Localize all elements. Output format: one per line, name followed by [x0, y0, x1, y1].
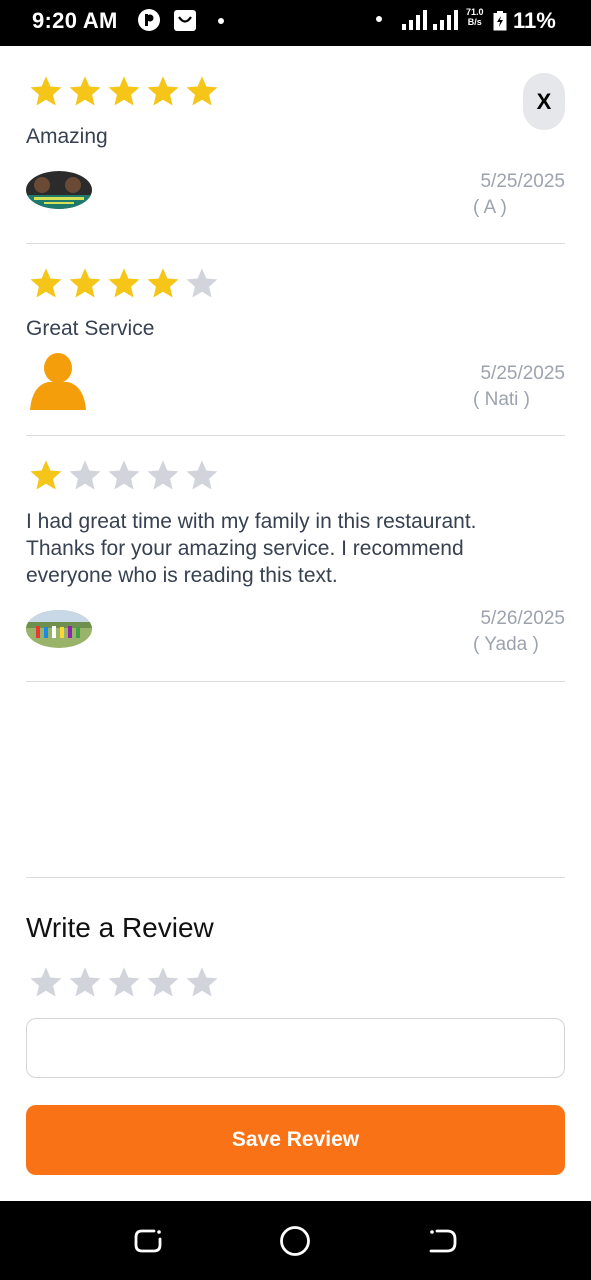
review-text: I had great time with my family in this … [26, 510, 477, 587]
recent-apps-icon[interactable] [132, 1225, 164, 1257]
star-filled-icon [30, 460, 62, 490]
reviewer-avatar [26, 610, 92, 648]
star-filled-icon [30, 76, 62, 106]
star-empty-icon [186, 268, 218, 298]
review-rating [28, 458, 220, 494]
network-speed: 71.0 B/s [466, 7, 484, 27]
star-filled-icon [108, 268, 140, 298]
speed-value: 71.0 [466, 7, 484, 17]
battery-percent: 11% [513, 8, 556, 33]
notification-dot-icon [218, 18, 224, 24]
star-empty-icon [186, 460, 218, 490]
review-item: Great Service 5/25/2025 ( Nati ) [26, 244, 565, 436]
wifi-dot-icon [376, 16, 382, 22]
star-empty-icon [147, 460, 179, 490]
review-rating [28, 74, 220, 110]
review-author: ( A ) [473, 197, 507, 218]
review-rating [28, 266, 220, 302]
shopping-bag-icon [174, 10, 196, 31]
review-text-input[interactable] [26, 1018, 565, 1078]
signal-icon [402, 10, 427, 30]
review-author: ( Nati ) [473, 389, 530, 410]
star-filled-icon [69, 268, 101, 298]
review-text: Great Service [26, 317, 155, 340]
review-text: Amazing [26, 125, 108, 148]
star-empty-icon[interactable] [28, 965, 64, 1001]
back-icon[interactable] [427, 1225, 459, 1257]
star-empty-icon[interactable] [106, 965, 142, 1001]
star-empty-icon [69, 460, 101, 490]
battery-charging-icon [493, 11, 507, 31]
star-filled-icon [108, 76, 140, 106]
review-date: 5/25/2025 [480, 171, 565, 192]
app-p-icon [138, 9, 160, 31]
status-bar: 9:20 AM 71.0 B/s 11% [0, 0, 591, 46]
speed-unit: B/s [467, 17, 482, 27]
star-empty-icon[interactable] [67, 965, 103, 1001]
default-user-icon [26, 352, 90, 412]
star-empty-icon[interactable] [184, 965, 220, 1001]
divider [26, 877, 565, 878]
review-item: Amazing 5/25/2025 ( A ) [26, 60, 565, 244]
review-item: I had great time with my family in this … [26, 436, 565, 682]
star-empty-icon[interactable] [145, 965, 181, 1001]
review-date: 5/26/2025 [480, 608, 565, 629]
home-icon[interactable] [279, 1225, 311, 1257]
star-filled-icon [147, 76, 179, 106]
signal-icon [433, 10, 458, 30]
reviewer-avatar [26, 171, 92, 209]
write-review-title: Write a Review [26, 912, 214, 943]
save-review-button[interactable]: Save Review [26, 1105, 565, 1175]
star-empty-icon [108, 460, 140, 490]
star-filled-icon [186, 76, 218, 106]
review-date: 5/25/2025 [480, 363, 565, 384]
status-time: 9:20 AM [32, 8, 118, 33]
rating-input [28, 965, 220, 1001]
navigation-bar [0, 1201, 591, 1280]
review-author: ( Yada ) [473, 634, 539, 655]
star-filled-icon [69, 76, 101, 106]
star-filled-icon [30, 268, 62, 298]
star-filled-icon [147, 268, 179, 298]
